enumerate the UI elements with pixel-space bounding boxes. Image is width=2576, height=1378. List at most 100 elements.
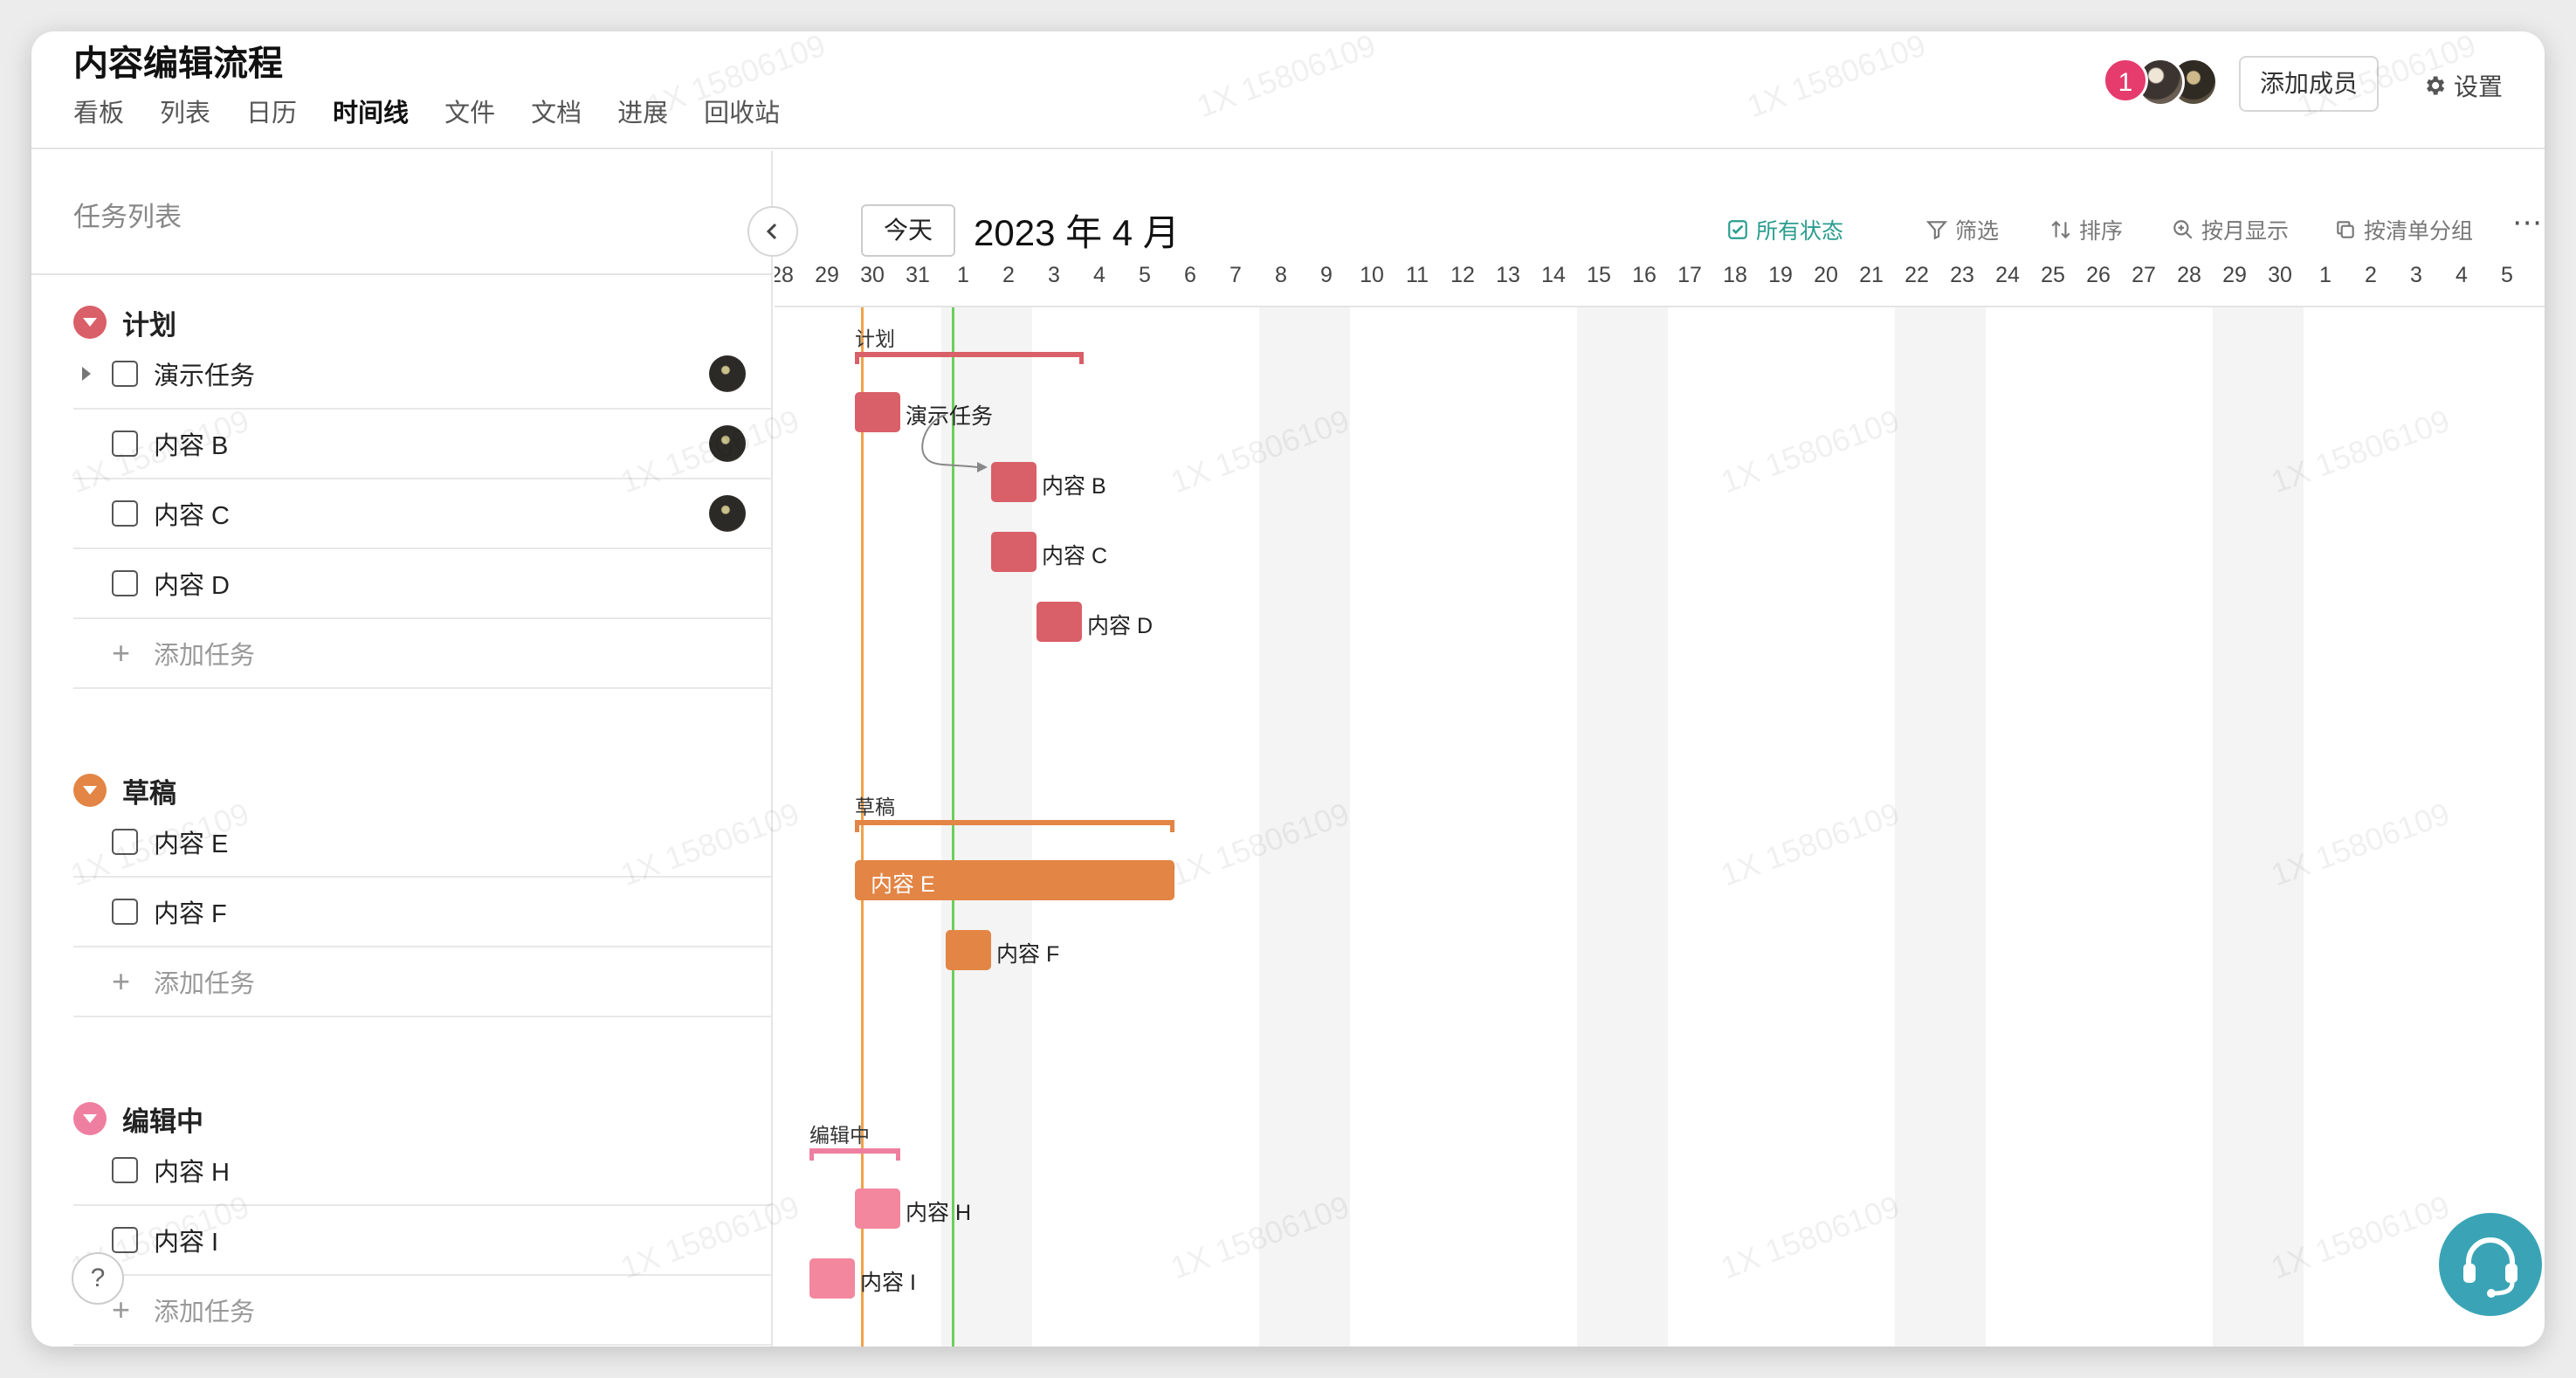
date-label: 21 xyxy=(1859,263,1884,287)
task-bar[interactable] xyxy=(855,1189,900,1229)
date-header: 28 29 30 31 1 2 3 4 5 6 7 8 9 10 11 12 13 14 15 16 17 18 19 20 2… xyxy=(775,256,2545,291)
tab-calendar[interactable]: 日历 xyxy=(246,93,297,129)
group-header-draft[interactable]: 草稿 xyxy=(73,773,176,809)
group-bar-label: 计划 xyxy=(855,327,895,350)
view-tabs: 看板 列表 日历 时间线 文件 文档 进展 回收站 xyxy=(73,93,816,129)
task-row[interactable]: 内容 I xyxy=(73,1206,773,1276)
collapse-toggle-icon[interactable] xyxy=(73,306,107,339)
date-label: 10 xyxy=(1360,263,1384,287)
date-label: 15 xyxy=(1587,263,1611,287)
today-button[interactable]: 今天 xyxy=(861,204,955,257)
all-status-label: 所有状态 xyxy=(1756,219,1844,244)
collapse-toggle-icon[interactable] xyxy=(73,774,107,807)
tab-files[interactable]: 文件 xyxy=(444,93,495,129)
date-label: 25 xyxy=(2041,263,2065,287)
date-label: 30 xyxy=(860,263,885,287)
tab-list[interactable]: 列表 xyxy=(160,93,210,129)
date-label: 22 xyxy=(1904,263,1929,287)
task-name: 内容 F xyxy=(154,900,227,928)
help-button[interactable]: ? xyxy=(72,1252,124,1305)
task-row[interactable]: 内容 D xyxy=(73,549,773,619)
collapse-panel-button[interactable] xyxy=(747,206,798,257)
collapse-toggle-icon[interactable] xyxy=(73,1102,107,1135)
task-name: 内容 B xyxy=(154,432,229,460)
headset-icon xyxy=(2463,1237,2517,1298)
date-label: 3 xyxy=(1048,263,1060,287)
task-bar-label: 内容 F xyxy=(996,942,1060,967)
add-task-button[interactable]: + 添加任务 xyxy=(73,1276,773,1346)
tab-trash[interactable]: 回收站 xyxy=(704,93,780,129)
timeline-area: 今天 2023 年 4 月 所有状态 筛选 排序 按月显示 按清单分组 ⋯ 28… xyxy=(775,151,2545,1347)
task-checkbox[interactable] xyxy=(112,500,138,527)
task-bar-label: 内容 H xyxy=(906,1201,972,1225)
assignee-avatar[interactable] xyxy=(709,495,746,532)
date-label: 18 xyxy=(1723,263,1747,287)
task-checkbox[interactable] xyxy=(112,829,138,855)
task-bar[interactable] xyxy=(946,930,991,970)
task-row[interactable]: 内容 H xyxy=(73,1136,773,1206)
month-label: 2023 年 4 月 xyxy=(974,212,1180,253)
member-count-badge[interactable]: 1 xyxy=(2103,58,2148,103)
date-label: 2 xyxy=(1002,263,1015,287)
group-by-list-button[interactable]: 按清单分组 xyxy=(2334,214,2473,245)
task-name: 内容 I xyxy=(154,1229,219,1257)
task-bar-label: 内容 D xyxy=(1087,614,1154,638)
task-row[interactable]: 内容 E xyxy=(73,808,773,878)
by-month-button[interactable]: 按月显示 xyxy=(2172,214,2289,245)
task-bar[interactable] xyxy=(855,392,900,432)
group-summary-bar[interactable] xyxy=(855,352,1084,366)
tab-docs[interactable]: 文档 xyxy=(531,93,582,129)
date-label: 23 xyxy=(1950,263,1974,287)
filter-button[interactable]: 筛选 xyxy=(1925,214,1999,245)
plus-icon: + xyxy=(112,1292,131,1327)
tab-timeline[interactable]: 时间线 xyxy=(333,93,409,129)
task-bar[interactable]: 内容 E xyxy=(855,860,1174,900)
expand-arrow-icon[interactable] xyxy=(82,367,91,381)
group-summary-bar[interactable] xyxy=(855,820,1174,834)
task-bar[interactable] xyxy=(991,462,1037,502)
group-header-editing[interactable]: 编辑中 xyxy=(73,1101,203,1137)
group-summary-bar[interactable] xyxy=(809,1148,900,1162)
task-bar[interactable] xyxy=(991,532,1037,572)
group-bar-label: 草稿 xyxy=(855,796,895,818)
customer-support-button[interactable] xyxy=(2439,1213,2542,1316)
tab-kanban[interactable]: 看板 xyxy=(73,93,124,129)
task-checkbox[interactable] xyxy=(112,570,138,596)
assignee-avatar[interactable] xyxy=(709,355,746,392)
date-label: 16 xyxy=(1632,263,1656,287)
tab-progress[interactable]: 进展 xyxy=(617,93,668,129)
group-header-plan[interactable]: 计划 xyxy=(73,305,176,341)
more-menu-icon[interactable]: ⋯ xyxy=(2512,205,2542,240)
sort-button[interactable]: 排序 xyxy=(2049,214,2123,245)
add-task-button[interactable]: + 添加任务 xyxy=(73,947,773,1017)
task-checkbox[interactable] xyxy=(112,1157,138,1183)
task-bar[interactable] xyxy=(1037,602,1082,642)
assignee-avatar[interactable] xyxy=(709,425,746,462)
task-row[interactable]: 内容 B xyxy=(73,410,773,479)
date-label: 12 xyxy=(1450,263,1475,287)
filter-icon xyxy=(1925,221,1948,240)
task-checkbox[interactable] xyxy=(112,361,138,387)
task-bar[interactable] xyxy=(809,1258,855,1299)
task-name: 内容 C xyxy=(154,502,231,530)
task-checkbox[interactable] xyxy=(112,899,138,925)
checkbox-checked-icon xyxy=(1728,220,1747,239)
date-label: 4 xyxy=(2455,263,2468,287)
sort-icon xyxy=(2051,220,2070,239)
date-label: 31 xyxy=(906,263,930,287)
all-status-filter[interactable]: 所有状态 xyxy=(1726,214,1843,245)
settings-button[interactable]: 设置 xyxy=(2422,68,2503,103)
add-member-button[interactable]: 添加成员 xyxy=(2239,56,2379,112)
task-row[interactable]: 内容 F xyxy=(73,878,773,947)
date-label: 20 xyxy=(1814,263,1838,287)
date-label: 14 xyxy=(1541,263,1566,287)
task-checkbox[interactable] xyxy=(112,1227,138,1253)
group-name: 草稿 xyxy=(122,777,176,809)
task-row[interactable]: 内容 C xyxy=(73,479,773,549)
task-row[interactable]: 演示任务 xyxy=(73,340,773,410)
task-name: 内容 E xyxy=(154,830,229,858)
date-label: 1 xyxy=(2319,263,2331,287)
task-checkbox[interactable] xyxy=(112,431,138,457)
task-bar-label: 内容 B xyxy=(1042,474,1106,499)
add-task-button[interactable]: + 添加任务 xyxy=(73,619,773,689)
